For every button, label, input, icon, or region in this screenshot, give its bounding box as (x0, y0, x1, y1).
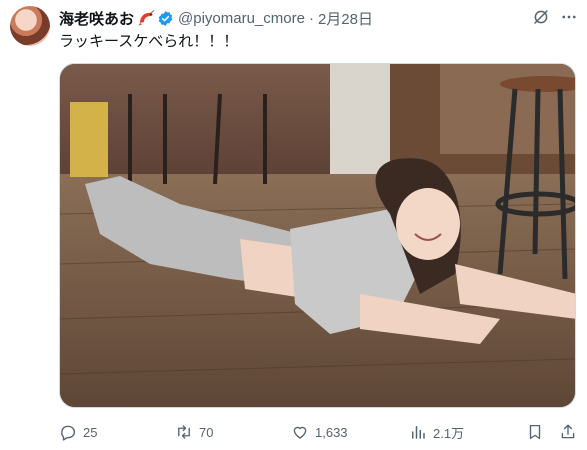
like-count: 1,633 (315, 424, 348, 440)
like-button[interactable]: 1,633 (291, 421, 348, 443)
shrimp-emoji-icon (137, 9, 155, 27)
author-handle[interactable]: @piyomaru_cmore (178, 10, 305, 27)
tweet-header: 海老咲あお @piyomaru_cmore · 2月28日 (59, 7, 373, 29)
reply-count: 25 (83, 424, 98, 440)
retweet-button[interactable]: 70 (175, 421, 213, 443)
tweet: 海老咲あお @piyomaru_cmore · 2月28日 ラッキースケべられ！… (0, 0, 587, 450)
retweet-icon (178, 425, 190, 439)
bookmark-button[interactable] (526, 421, 544, 443)
retweet-count: 70 (199, 424, 214, 440)
view-count: 2.1万 (433, 425, 465, 441)
separator-dot: · (308, 9, 314, 27)
grok-icon[interactable] (532, 8, 550, 26)
analytics-icon (412, 426, 425, 439)
bookmark-icon (529, 424, 541, 440)
tweet-actions: 25 70 1,633 2.1万 (59, 421, 579, 443)
tweet-text: ラッキースケべられ！！！ (59, 33, 239, 50)
share-icon (561, 424, 575, 439)
avatar[interactable] (10, 6, 50, 46)
heart-icon (293, 426, 307, 439)
reply-button[interactable]: 25 (59, 421, 97, 443)
tweet-timestamp[interactable]: 2月28日 (318, 8, 373, 29)
verified-badge-icon[interactable] (157, 10, 174, 27)
views-button[interactable]: 2.1万 (409, 421, 464, 443)
photo-illustration (60, 64, 575, 407)
more-options-icon[interactable] (560, 8, 578, 26)
author-display-name[interactable]: 海老咲あお (59, 8, 134, 29)
tweet-media-photo[interactable] (59, 63, 576, 408)
share-button[interactable] (559, 421, 577, 443)
reply-icon (61, 425, 76, 441)
